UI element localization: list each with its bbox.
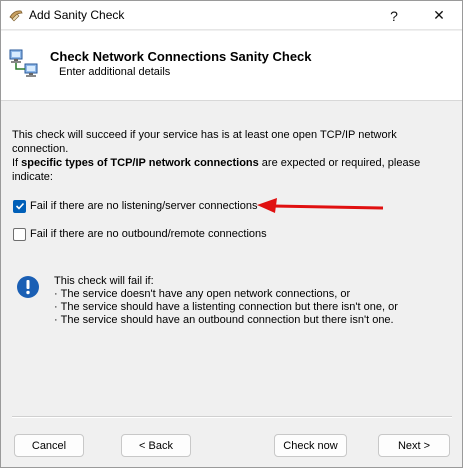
window-title: Add Sanity Check [29, 8, 125, 22]
checkbox-listening-label[interactable]: Fail if there are no listening/server co… [30, 200, 257, 212]
close-button[interactable]: ✕ [416, 1, 462, 30]
back-button[interactable]: < Back [121, 434, 191, 457]
failure-heading: This check will fail if: [54, 275, 154, 287]
footer-divider [12, 416, 452, 418]
failure-item: The service doesn't have any open networ… [54, 288, 398, 301]
checkmark-icon [15, 202, 24, 210]
failure-conditions: This check will fail if: The service doe… [54, 275, 398, 327]
checkbox-listening[interactable] [13, 199, 26, 213]
annotation-arrow-icon [257, 198, 384, 213]
description-text: This check will succeed if your service … [12, 128, 452, 184]
failure-item: The service should have an outbound conn… [54, 314, 398, 327]
cancel-button[interactable]: Cancel [14, 434, 84, 457]
help-button[interactable]: ? [371, 1, 417, 30]
description-line-3: indicate: [12, 171, 53, 183]
network-computers-icon [9, 49, 38, 77]
checkbox-outbound-label[interactable]: Fail if there are no outbound/remote con… [30, 228, 267, 240]
fail-no-outbound-option[interactable]: Fail if there are no outbound/remote con… [13, 226, 267, 242]
dialog-window: Add Sanity Check ? ✕ Check Network Conne… [0, 0, 463, 468]
app-icon [9, 10, 23, 22]
description-bold: specific types of TCP/IP network connect… [21, 157, 259, 169]
fail-no-listening-option[interactable]: Fail if there are no listening/server co… [13, 198, 257, 214]
next-button[interactable]: Next > [378, 434, 450, 457]
info-icon [17, 276, 39, 298]
check-now-button[interactable]: Check now [274, 434, 347, 457]
header-title: Check Network Connections Sanity Check [50, 49, 312, 64]
header-subtitle: Enter additional details [59, 66, 171, 78]
description-line-1: This check will succeed if your service … [12, 129, 397, 155]
title-bar: Add Sanity Check ? ✕ [1, 1, 462, 30]
failure-item: The service should have a listenting con… [54, 301, 398, 314]
description-line-2: If specific types of TCP/IP network conn… [12, 157, 421, 169]
checkbox-outbound[interactable] [13, 227, 26, 241]
wizard-header: Check Network Connections Sanity Check E… [1, 31, 462, 101]
